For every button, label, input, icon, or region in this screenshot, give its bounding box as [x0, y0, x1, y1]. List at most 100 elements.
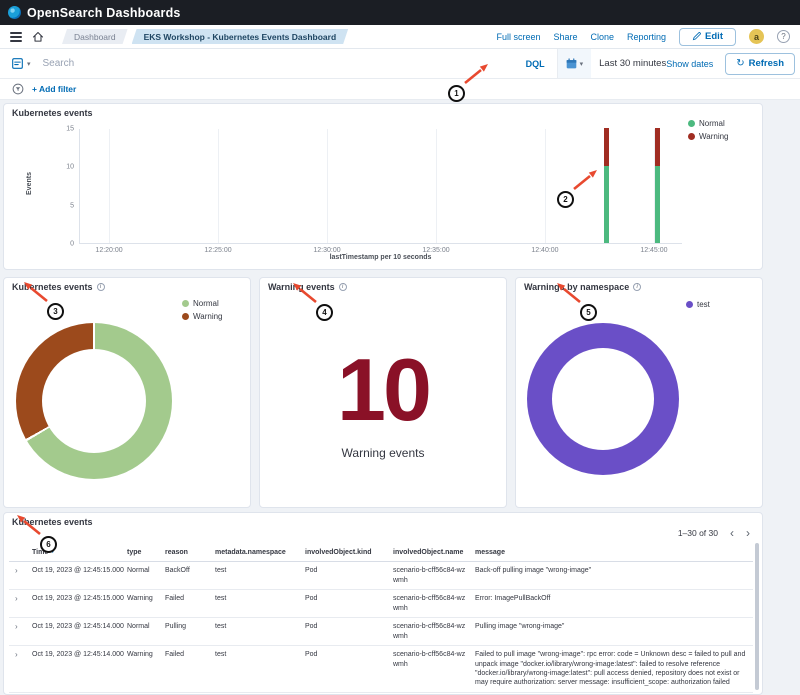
events-donut-chart[interactable]	[16, 323, 172, 479]
clone-link[interactable]: Clone	[591, 32, 615, 42]
legend-dot-icon	[686, 301, 693, 308]
annotation-marker-5: 5	[580, 304, 597, 321]
column-header-involvedobject-kind[interactable]: involvedObject.kind	[302, 544, 390, 561]
annotation-marker-1: 1	[448, 85, 465, 102]
namespace-donut-chart[interactable]	[527, 323, 679, 475]
bar-segment-normal[interactable]	[655, 166, 660, 243]
search-input[interactable]: ▾ Search	[0, 58, 514, 69]
metric-value: 10	[260, 346, 506, 434]
cell-namespace: test	[212, 646, 302, 663]
cell-reason: Failed	[162, 646, 212, 663]
legend-item[interactable]: Normal	[182, 299, 223, 308]
legend-item[interactable]: Normal	[688, 119, 729, 128]
full-screen-link[interactable]: Full screen	[496, 32, 540, 42]
cell-name: scenario-b-cff56c84-wzwmh	[390, 646, 472, 673]
cell-reason: Pulling	[162, 618, 212, 635]
expand-row-icon[interactable]: ›	[9, 646, 29, 665]
cell-time: Oct 19, 2023 @ 12:45:14.000	[29, 646, 124, 663]
annotation-number: 4	[316, 304, 333, 321]
share-link[interactable]: Share	[553, 32, 577, 42]
x-axis-label: lastTimestamp per 10 seconds	[79, 254, 682, 261]
table-row: ›Oct 19, 2023 @ 12:45:14.000WarningFaile…	[9, 646, 753, 693]
cell-kind: Pod	[302, 590, 390, 607]
legend-dot-icon	[182, 313, 189, 320]
search-placeholder: Search	[43, 58, 75, 69]
cell-message: Error: ImagePullBackOff	[472, 590, 753, 607]
quick-select-date-button[interactable]: ▾	[558, 49, 592, 78]
column-header-type[interactable]: type	[124, 544, 162, 561]
edit-button[interactable]: Edit	[679, 28, 736, 46]
annotation-number: 5	[580, 304, 597, 321]
x-tick-label: 12:35:00	[422, 247, 449, 254]
avatar[interactable]: a	[749, 29, 764, 44]
legend-item[interactable]: test	[686, 300, 710, 309]
info-icon[interactable]: i	[633, 283, 641, 291]
dql-button[interactable]: DQL	[514, 59, 557, 69]
cell-type: Normal	[124, 562, 162, 579]
legend-item[interactable]: Warning	[688, 132, 729, 141]
events-donut-legend: Normal Warning	[182, 299, 223, 321]
annotation-arrow-icon	[461, 60, 491, 86]
x-tick-label: 12:30:00	[313, 247, 340, 254]
time-range-value[interactable]: Last 30 minutes	[599, 58, 666, 69]
events-table: Time▼typereasonmetadata.namespaceinvolve…	[9, 544, 753, 693]
annotation-arrow-icon	[21, 278, 51, 304]
dashboard-grid: Kubernetes events Events 12:20:0012:25:0…	[0, 100, 800, 695]
annotation-number: 1	[448, 85, 465, 102]
expand-row-icon[interactable]: ›	[9, 562, 29, 581]
panel-warnings-by-namespace: Warnings by namespace i test	[515, 277, 763, 508]
panel-title: Kubernetes events	[12, 108, 93, 118]
bar-segment-normal[interactable]	[604, 166, 609, 243]
refresh-button[interactable]: ↻ Refresh	[725, 53, 795, 75]
saved-query-icon[interactable]	[12, 58, 23, 69]
bar-segment-warning[interactable]	[655, 128, 660, 166]
column-header-metadata-namespace[interactable]: metadata.namespace	[212, 544, 302, 561]
calendar-icon	[566, 58, 577, 69]
annotation-number: 3	[47, 303, 64, 320]
panel-kubernetes-events-timeseries: Kubernetes events Events 12:20:0012:25:0…	[3, 103, 763, 270]
expand-row-icon[interactable]: ›	[9, 618, 29, 637]
annotation-marker-2: 2	[557, 191, 574, 208]
filter-icon[interactable]	[12, 83, 24, 95]
reporting-link[interactable]: Reporting	[627, 32, 666, 42]
cell-type: Warning	[124, 646, 162, 663]
page-prev-icon[interactable]: ‹	[730, 527, 734, 539]
cell-kind: Pod	[302, 646, 390, 663]
legend-item[interactable]: Warning	[182, 312, 223, 321]
info-icon[interactable]: i	[97, 283, 105, 291]
menu-hamburger-icon[interactable]	[10, 32, 22, 42]
table-scrollbar[interactable]	[755, 543, 759, 690]
expand-row-icon[interactable]: ›	[9, 590, 29, 609]
column-header-reason[interactable]: reason	[162, 544, 212, 561]
namespace-donut-legend: test	[686, 300, 710, 309]
add-filter-link[interactable]: + Add filter	[32, 84, 76, 94]
breadcrumb-dashboard[interactable]: Dashboard	[62, 29, 128, 44]
help-icon[interactable]: ?	[777, 30, 790, 43]
cell-time: Oct 19, 2023 @ 12:45:15.000	[29, 562, 124, 579]
chevron-down-icon[interactable]: ▾	[27, 60, 31, 68]
refresh-icon: ↻	[736, 58, 744, 69]
cell-reason: Failed	[162, 590, 212, 607]
annotation-marker-6: 6	[40, 536, 57, 553]
panel-warning-events-metric: Warning events i 10 Warning events	[259, 277, 507, 508]
cell-type: Normal	[124, 618, 162, 635]
panel-title-text: Kubernetes events	[12, 108, 93, 118]
annotation-marker-3: 3	[47, 303, 64, 320]
cell-namespace: test	[212, 562, 302, 579]
column-header-message[interactable]: message	[472, 544, 753, 561]
annotation-arrow-icon	[290, 279, 320, 305]
cell-type: Warning	[124, 590, 162, 607]
home-icon[interactable]	[32, 31, 44, 43]
info-icon[interactable]: i	[339, 283, 347, 291]
panel-kubernetes-events-donut: Kubernetes events i NormalWarning	[3, 277, 251, 508]
bar-segment-warning[interactable]	[604, 128, 609, 166]
cell-name: scenario-b-cff56c84-wzwmh	[390, 618, 472, 645]
breadcrumb-current-dashboard[interactable]: EKS Workshop - Kubernetes Events Dashboa…	[132, 29, 349, 44]
page-next-icon[interactable]: ›	[746, 527, 750, 539]
column-header-involvedobject-name[interactable]: involvedObject.name	[390, 544, 472, 561]
y-tick-label: 5	[70, 202, 74, 209]
edit-button-label: Edit	[705, 31, 723, 42]
metric-label: Warning events	[260, 446, 506, 460]
cell-reason: BackOff	[162, 562, 212, 579]
show-dates-link[interactable]: Show dates	[666, 59, 725, 69]
